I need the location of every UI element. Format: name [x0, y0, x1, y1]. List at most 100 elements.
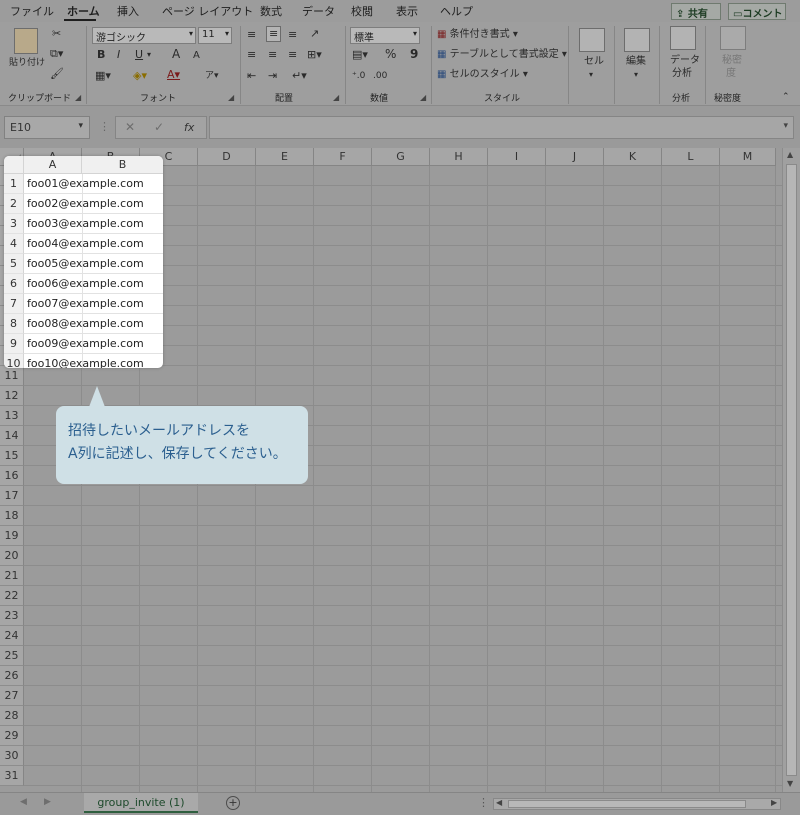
cell-a-email[interactable]: foo02@example.com [24, 194, 163, 214]
collapse-ribbon-icon[interactable]: ⌃ [782, 90, 790, 104]
merge-icon[interactable]: ⊞▾ [307, 48, 322, 62]
percent-button[interactable]: % [385, 47, 396, 61]
format-painter-icon[interactable]: 🖌 [50, 67, 64, 81]
column-header-h[interactable]: H [430, 148, 488, 166]
row-header[interactable]: 17 [0, 486, 24, 506]
align-center-icon[interactable]: ≡ [268, 48, 277, 62]
number-format-combo[interactable]: 標準 ▾ [350, 27, 420, 44]
orientation-icon[interactable]: ↗ [310, 27, 319, 41]
row-header[interactable]: 19 [0, 526, 24, 546]
cell-a-email[interactable]: foo10@example.com [24, 354, 163, 368]
row-header[interactable]: 15 [0, 446, 24, 466]
row-header[interactable]: 3 [4, 214, 24, 234]
scroll-right-icon[interactable]: ▶ [771, 798, 777, 807]
tab-page-layout[interactable]: ページ レイアウト [162, 3, 253, 19]
row-header[interactable]: 10 [4, 354, 24, 368]
increase-decimal-icon[interactable]: ⁺.0 [352, 69, 365, 83]
row-header[interactable]: 12 [0, 386, 24, 406]
copy-icon[interactable]: ⧉▾ [50, 47, 63, 61]
fill-color-icon[interactable]: ◈▾ [133, 69, 147, 83]
cell-a-email[interactable]: foo05@example.com [24, 254, 163, 274]
align-middle-icon[interactable]: ≡ [266, 26, 282, 42]
share-button[interactable]: ⇪ 共有 [671, 3, 721, 20]
row-header[interactable]: 28 [0, 706, 24, 726]
align-right-icon[interactable]: ≡ [288, 48, 297, 62]
select-all-button[interactable] [4, 156, 24, 174]
currency-icon[interactable]: ▤▾ [352, 48, 368, 62]
column-header-g[interactable]: G [372, 148, 430, 166]
row-header[interactable]: 7 [4, 294, 24, 314]
row-header[interactable]: 16 [0, 466, 24, 486]
row-header[interactable]: 27 [0, 686, 24, 706]
row-header[interactable]: 6 [4, 274, 24, 294]
row-header[interactable]: 1 [4, 174, 24, 194]
column-header-d[interactable]: D [198, 148, 256, 166]
increase-indent-icon[interactable]: ⇥ [268, 69, 277, 83]
column-header-i[interactable]: I [488, 148, 546, 166]
font-color-button[interactable]: A▾ [167, 68, 180, 82]
chevron-down-icon[interactable]: ▾ [783, 121, 788, 131]
tab-file[interactable]: ファイル [10, 3, 54, 19]
tab-splitter-icon[interactable]: ⋮ [478, 796, 489, 809]
conditional-format-button[interactable]: ▦ 条件付き書式 ▾ [437, 28, 518, 42]
vertical-scroll-thumb[interactable] [786, 164, 797, 776]
wrap-text-icon[interactable]: ↵▾ [292, 69, 307, 83]
column-header-k[interactable]: K [604, 148, 662, 166]
tab-view[interactable]: 表示 [396, 3, 418, 19]
add-sheet-button[interactable]: + [226, 796, 240, 810]
grow-font-button[interactable]: A [172, 47, 180, 61]
horizontal-scrollbar[interactable]: ◀ ▶ [493, 798, 781, 810]
font-size-combo[interactable]: 11 ▾ [198, 27, 232, 44]
row-header[interactable]: 23 [0, 606, 24, 626]
italic-button[interactable]: I [117, 48, 120, 62]
format-as-table-button[interactable]: ▦ テーブルとして書式設定 ▾ [437, 48, 567, 62]
row-header[interactable]: 26 [0, 666, 24, 686]
cell-a-email[interactable]: foo01@example.com [24, 174, 163, 194]
tab-insert[interactable]: 挿入 [117, 3, 139, 19]
scroll-up-icon[interactable]: ▲ [787, 150, 793, 159]
cell-a-email[interactable]: foo04@example.com [24, 234, 163, 254]
tab-formulas[interactable]: 数式 [260, 3, 282, 19]
row-header[interactable]: 8 [4, 314, 24, 334]
scroll-down-icon[interactable]: ▼ [787, 779, 793, 788]
column-header-m[interactable]: M [720, 148, 776, 166]
row-header[interactable]: 30 [0, 746, 24, 766]
decrease-decimal-icon[interactable]: .00 [373, 69, 387, 83]
cancel-icon[interactable]: ✕ [125, 120, 135, 134]
column-header-j[interactable]: J [546, 148, 604, 166]
clipboard-launcher-icon[interactable]: ◢ [75, 93, 81, 102]
insert-function-icon[interactable]: fx [184, 121, 194, 134]
row-header[interactable]: 21 [0, 566, 24, 586]
underline-button[interactable]: U [135, 48, 143, 62]
formula-input[interactable]: ▾ [209, 116, 794, 139]
cell-a-email[interactable]: foo03@example.com [24, 214, 163, 234]
row-header[interactable]: 18 [0, 506, 24, 526]
alignment-launcher-icon[interactable]: ◢ [333, 93, 339, 102]
row-header[interactable]: 29 [0, 726, 24, 746]
tab-review[interactable]: 校閲 [351, 3, 373, 19]
sheet-tab-group-invite[interactable]: group_invite (1) [84, 793, 198, 813]
decrease-indent-icon[interactable]: ⇤ [247, 69, 256, 83]
font-launcher-icon[interactable]: ◢ [228, 93, 234, 102]
comment-button[interactable]: ▭コメント [728, 3, 786, 20]
font-name-combo[interactable]: 游ゴシック ▾ [92, 27, 196, 44]
scroll-left-icon[interactable]: ◀ [496, 798, 502, 807]
cell-a-email[interactable]: foo08@example.com [24, 314, 163, 334]
align-left-icon[interactable]: ≡ [247, 48, 256, 62]
row-header[interactable]: 25 [0, 646, 24, 666]
tab-home[interactable]: ホーム [67, 3, 100, 19]
enter-icon[interactable]: ✓ [154, 120, 164, 134]
cell-a-email[interactable]: foo06@example.com [24, 274, 163, 294]
cell-styles-button[interactable]: ▦ セルのスタイル ▾ [437, 68, 528, 82]
name-box[interactable]: E10 ▾ [4, 116, 90, 139]
row-header[interactable]: 5 [4, 254, 24, 274]
column-header-a[interactable]: A [24, 156, 82, 174]
shrink-font-button[interactable]: A [193, 49, 200, 63]
tab-data[interactable]: データ [302, 3, 335, 19]
next-sheet-icon[interactable]: ▶ [44, 797, 51, 807]
phonetic-icon[interactable]: ア▾ [205, 69, 219, 83]
bold-button[interactable]: B [97, 48, 105, 62]
number-launcher-icon[interactable]: ◢ [420, 93, 426, 102]
tab-help[interactable]: ヘルプ [440, 3, 473, 19]
borders-icon[interactable]: ▦▾ [95, 69, 111, 83]
